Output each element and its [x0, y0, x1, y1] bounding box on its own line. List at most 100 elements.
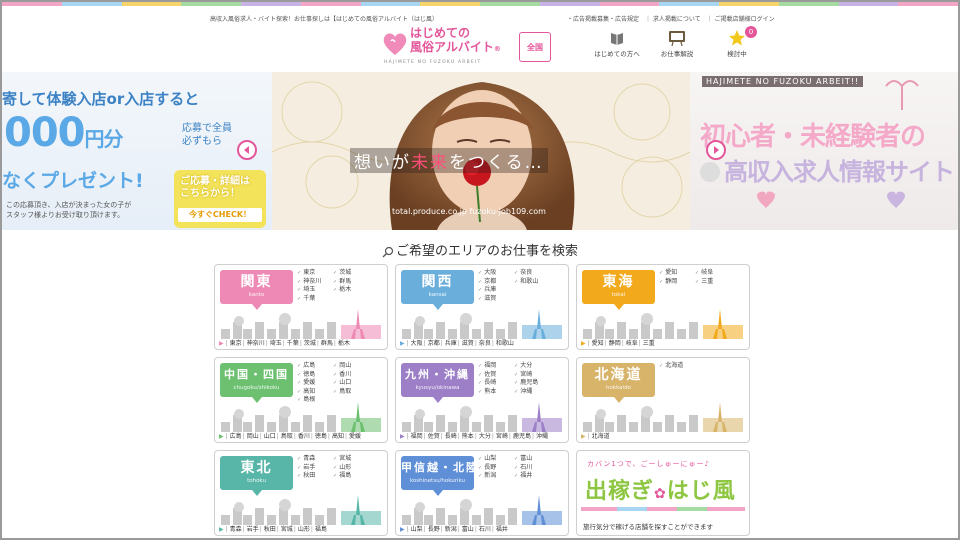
- prefecture-link[interactable]: 石川: [475, 526, 491, 533]
- prefecture-link[interactable]: 熊本: [458, 433, 474, 440]
- prefecture-item[interactable]: 京都: [478, 278, 514, 287]
- prefecture-item[interactable]: 大阪: [478, 269, 514, 278]
- prefecture-link[interactable]: 長崎: [441, 433, 457, 440]
- prefecture-link[interactable]: 栃木: [334, 340, 350, 347]
- prefecture-item[interactable]: 岡山: [333, 362, 369, 371]
- prefecture-item[interactable]: 青森: [297, 455, 333, 464]
- region-card-kanto[interactable]: 関東kanto東京茨城神奈川群馬埼玉栃木千葉▶東京神奈川埼玉千葉茨城群馬栃木: [214, 264, 388, 350]
- prefecture-item[interactable]: 長崎: [478, 379, 514, 388]
- prefecture-link[interactable]: 静岡: [605, 340, 621, 347]
- prefecture-link[interactable]: 富山: [458, 526, 474, 533]
- header-link-ads[interactable]: ・広告掲載募集・広告規定: [567, 14, 639, 23]
- prefecture-link[interactable]: 佐賀: [424, 433, 440, 440]
- prefecture-link[interactable]: 愛知: [588, 340, 604, 347]
- prefecture-item[interactable]: 秋田: [297, 472, 333, 481]
- prefecture-item[interactable]: 香川: [333, 371, 369, 380]
- prefecture-item[interactable]: 広島: [297, 362, 333, 371]
- prefecture-link[interactable]: 茨城: [300, 340, 316, 347]
- prefecture-link[interactable]: 兵庫: [441, 340, 457, 347]
- campaign-check-button[interactable]: 今すぐCHECK！: [178, 208, 262, 222]
- prefecture-link[interactable]: 沖縄: [532, 433, 548, 440]
- prefecture-item[interactable]: 富山: [514, 455, 550, 464]
- carousel-prev-button[interactable]: [237, 140, 257, 160]
- prefecture-item[interactable]: 岩手: [297, 464, 333, 473]
- prefecture-item[interactable]: 兵庫: [478, 286, 514, 295]
- prefecture-item[interactable]: 愛媛: [297, 379, 333, 388]
- prefecture-link[interactable]: 徳島: [311, 433, 327, 440]
- prefecture-item[interactable]: 宮城: [333, 455, 369, 464]
- prefecture-link[interactable]: 秋田: [260, 526, 276, 533]
- prefecture-item[interactable]: 鹿児島: [514, 379, 550, 388]
- prefecture-item[interactable]: 三重: [695, 278, 731, 287]
- prefecture-link[interactable]: 鹿児島: [509, 433, 531, 440]
- prefecture-item[interactable]: 埼玉: [297, 286, 333, 295]
- prefecture-item[interactable]: 長野: [478, 464, 514, 473]
- region-card-tohoku[interactable]: 東北tohoku青森宮城岩手山形秋田福島▶青森岩手秋田宮城山形福島: [214, 450, 388, 536]
- prefecture-link[interactable]: 三重: [639, 340, 655, 347]
- campaign-detail-box[interactable]: ご応募・詳細は こちらから！ 今すぐCHECK！: [174, 170, 266, 228]
- carousel-next-button[interactable]: [706, 140, 726, 160]
- prefecture-item[interactable]: 福島: [333, 472, 369, 481]
- prefecture-link[interactable]: 高知: [328, 433, 344, 440]
- prefecture-link[interactable]: 山口: [260, 433, 276, 440]
- prefecture-link[interactable]: 神奈川: [243, 340, 265, 347]
- prefecture-item[interactable]: 和歌山: [514, 278, 550, 287]
- prefecture-item[interactable]: 大分: [514, 362, 550, 371]
- prefecture-link[interactable]: 広島: [226, 433, 242, 440]
- nav-beginners[interactable]: はじめての方へ: [587, 30, 647, 58]
- prefecture-link[interactable]: 千葉: [283, 340, 299, 347]
- prefecture-link[interactable]: 福島: [311, 526, 327, 533]
- prefecture-link[interactable]: 青森: [226, 526, 242, 533]
- prefecture-item[interactable]: 山口: [333, 379, 369, 388]
- region-card-chugoku-shikoku[interactable]: 中国・四国chugoku/shikoku広島岡山徳島香川愛媛山口高知鳥取島根▶広…: [214, 357, 388, 443]
- region-card-kyusyu-okinawa[interactable]: 九州・沖縄kyusyu/okinawa福岡大分佐賀宮崎長崎鹿児島熊本沖縄▶福岡佐…: [395, 357, 569, 443]
- prefecture-item[interactable]: 山形: [333, 464, 369, 473]
- prefecture-item[interactable]: 岐阜: [695, 269, 731, 278]
- region-card-koshinetsu-hokuriku[interactable]: 甲信越・北陸koshinetsu/hokuriku山梨富山長野石川新潟福井▶山梨…: [395, 450, 569, 536]
- prefecture-link[interactable]: 北海道: [588, 433, 610, 440]
- prefecture-item[interactable]: 茨城: [333, 269, 369, 278]
- prefecture-item[interactable]: 石川: [514, 464, 550, 473]
- prefecture-link[interactable]: 岡山: [243, 433, 259, 440]
- banner-slide-main[interactable]: 想いが未来をつくる… total.produce.co.jp fuzoku-jo…: [272, 72, 690, 230]
- prefecture-link[interactable]: 山形: [294, 526, 310, 533]
- prefecture-link[interactable]: 京都: [424, 340, 440, 347]
- prefecture-item[interactable]: 栃木: [333, 286, 369, 295]
- site-logo[interactable]: はじめての 風俗アルバイト® HAJIMETE NO FUZOKU ARBEIT: [382, 26, 512, 68]
- header-link-login[interactable]: ｜ ご掲載店舗様ログイン: [707, 14, 775, 23]
- prefecture-link[interactable]: 岩手: [243, 526, 259, 533]
- prefecture-item[interactable]: 福岡: [478, 362, 514, 371]
- prefecture-link[interactable]: 山梨: [407, 526, 423, 533]
- prefecture-link[interactable]: 和歌山: [492, 340, 514, 347]
- prefecture-link[interactable]: 大阪: [407, 340, 423, 347]
- prefecture-link[interactable]: 宮城: [277, 526, 293, 533]
- prefecture-item[interactable]: 宮崎: [514, 371, 550, 380]
- prefecture-link[interactable]: 群馬: [317, 340, 333, 347]
- prefecture-item[interactable]: 徳島: [297, 371, 333, 380]
- header-link-listing[interactable]: ｜ 求人掲載について: [645, 14, 701, 23]
- prefecture-link[interactable]: 福岡: [407, 433, 423, 440]
- prefecture-link[interactable]: 埼玉: [266, 340, 282, 347]
- prefecture-item[interactable]: 愛知: [659, 269, 695, 278]
- prefecture-item[interactable]: 新潟: [478, 472, 514, 481]
- prefecture-item[interactable]: 神奈川: [297, 278, 333, 287]
- region-card-kansai[interactable]: 関西kansai大阪奈良京都和歌山兵庫滋賀▶大阪京都兵庫滋賀奈良和歌山: [395, 264, 569, 350]
- prefecture-link[interactable]: 鳥取: [277, 433, 293, 440]
- region-card-hokkaido[interactable]: 北海道hokkaido北海道▶北海道: [576, 357, 750, 443]
- prefecture-link[interactable]: 長野: [424, 526, 440, 533]
- nav-considering[interactable]: 検討中 0: [707, 26, 767, 58]
- prefecture-item[interactable]: 静岡: [659, 278, 695, 287]
- banner-slide-campaign[interactable]: 寄して体験入店or入店すると 000円分 なくプレゼント! 応募で全員 必ずもら …: [2, 72, 272, 230]
- prefecture-link[interactable]: 滋賀: [458, 340, 474, 347]
- prefecture-item[interactable]: 福井: [514, 472, 550, 481]
- prefecture-link[interactable]: 新潟: [441, 526, 457, 533]
- dekasegi-card[interactable]: カバン1つで、ごーしゅーにゅー♪ 出稼ぎ✿はじ風 旅行気分で稼げる店舗を探すこと…: [576, 450, 750, 536]
- prefecture-item[interactable]: 佐賀: [478, 371, 514, 380]
- prefecture-link[interactable]: 宮崎: [492, 433, 508, 440]
- prefecture-link[interactable]: 奈良: [475, 340, 491, 347]
- prefecture-item[interactable]: 山梨: [478, 455, 514, 464]
- region-card-tokai[interactable]: 東海tokai愛知岐阜静岡三重▶愛知静岡岐阜三重: [576, 264, 750, 350]
- prefecture-link[interactable]: 福井: [492, 526, 508, 533]
- prefecture-item[interactable]: 群馬: [333, 278, 369, 287]
- prefecture-item[interactable]: 東京: [297, 269, 333, 278]
